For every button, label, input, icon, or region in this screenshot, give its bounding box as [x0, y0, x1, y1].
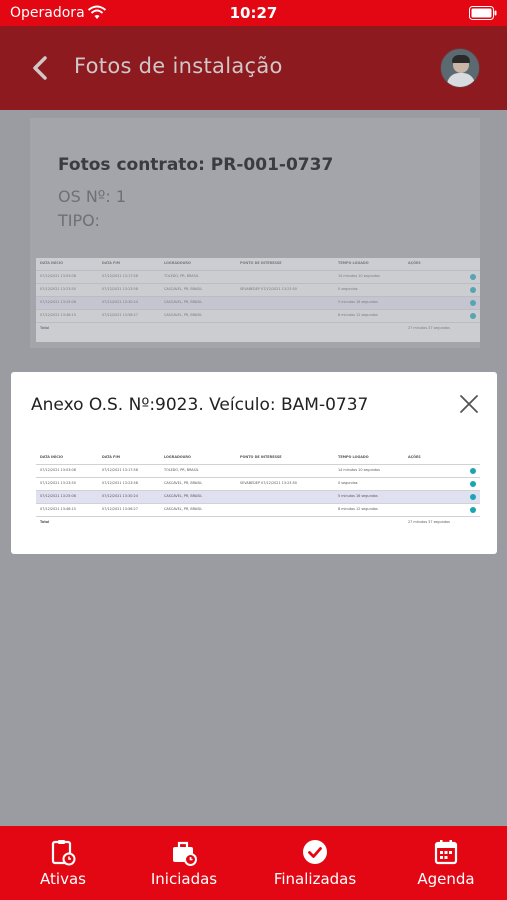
modal-footer-value: 27 minutos 37 segundos: [408, 520, 450, 524]
bg-table-cell: 0 segundos: [338, 287, 358, 291]
nav-label-agenda: Agenda: [417, 870, 475, 888]
bg-table-row: 07/12/2021 13:03:08 07/12/2021 13:17:58 TO…: [36, 271, 480, 284]
modal-title: Anexo O.S. Nº:9023. Veículo: BAM-0737: [31, 395, 369, 415]
modal-table-cell: 07/12/2021 13:56:27: [102, 507, 138, 511]
modal-header-row: DATA INÍCIO DATA FIM LOGRADOURO PONTO DE IN…: [36, 452, 480, 465]
modal-action-dot-icon[interactable]: [470, 468, 476, 474]
bg-header-cell: PONTO DE INTERESSE: [240, 261, 282, 265]
bg-table-cell: 5 minutos 16 segundos: [338, 300, 378, 304]
modal-table-cell: 07/12/2021 13:17:58: [102, 468, 138, 472]
nav-label-finalizadas: Finalizadas: [273, 870, 357, 888]
modal-table-row: 07/12/2021 13:03:08 07/12/2021 13:17:58 TO…: [36, 465, 480, 478]
bg-footer-value: 27 minutos 37 segundos: [408, 326, 450, 330]
nav-iniciadas[interactable]: Iniciadas: [121, 826, 247, 900]
bg-header-cell: LOGRADOURO: [164, 261, 191, 265]
page-title: Fotos de instalação: [74, 54, 283, 78]
modal-header-cell: AÇÕES: [408, 455, 421, 459]
modal-header-cell: DATA FIM: [102, 455, 120, 459]
contract-title: Fotos contrato: PR-001-0737: [58, 155, 334, 175]
modal-header-cell: PONTO DE INTERESSE: [240, 455, 282, 459]
tipo-label: TIPO:: [58, 211, 100, 230]
battery-icon: [469, 6, 497, 20]
modal-table-cell: 07/12/2021 13:30:24: [102, 494, 138, 498]
bg-table-cell: CASCAVEL, PR, BRASIL: [164, 300, 203, 304]
modal-table-cell: 0 segundos: [338, 481, 358, 485]
avatar-hair: [452, 55, 470, 63]
bg-table-cell: CASCAVEL, PR, BRASIL: [164, 313, 203, 317]
bg-header-cell: TEMPO LOGADO: [338, 261, 369, 265]
nav-finalizadas[interactable]: Finalizadas: [252, 826, 378, 900]
bg-table-cell: CASCAVEL, PR, BRASIL: [164, 287, 203, 291]
modal-table-cell: CASCAVEL, PR, BRASIL: [164, 481, 203, 485]
clock: 10:27: [229, 4, 278, 22]
bg-table-cell: 07/12/2021 13:03:08: [40, 274, 76, 278]
nav-label-ativas: Ativas: [40, 870, 86, 888]
bg-table-cell: 07/12/2021 13:23:50: [40, 287, 76, 291]
bottom-nav: Ativas Iniciadas Finalizadas Agenda: [0, 826, 507, 900]
bg-table-row: 07/12/2021 13:48:15 07/12/2021 13:56:27 CA…: [36, 310, 480, 323]
bg-table-cell: SEVABEDEP 07/12/2021 13:23:50: [240, 287, 297, 291]
bg-header-cell: DATA INÍCIO: [40, 261, 64, 265]
modal-footer-row: Total 27 minutos 37 segundos: [36, 517, 480, 530]
check-circle-icon: [303, 840, 327, 864]
bg-table-cell: 14 minutos 10 segundos: [338, 274, 380, 278]
bg-footer-label: Total: [40, 326, 50, 330]
modal-table-cell: 5 minutos 16 segundos: [338, 494, 378, 498]
bg-table-row: 07/12/2021 13:25:08 07/12/2021 13:30:24 CA…: [36, 297, 480, 310]
modal-table-cell: SEVABEDEP 07/12/2021 13:23:50: [240, 481, 297, 485]
bg-table-cell: 07/12/2021 13:56:27: [102, 313, 138, 317]
modal-action-dot-icon[interactable]: [470, 507, 476, 513]
modal-footer-label: Total: [40, 520, 50, 524]
modal-table-cell: CASCAVEL, PR, BRASIL: [164, 507, 203, 511]
bg-action-dot-icon[interactable]: [470, 313, 476, 319]
modal-table-cell: TOLEDO, PR, BRASIL: [164, 468, 199, 472]
bg-table-cell: 07/12/2021 13:30:24: [102, 300, 138, 304]
app-bar: Fotos de instalação: [0, 26, 507, 110]
bg-header-row: DATA INÍCIO DATA FIM LOGRADOURO PONTO DE IN…: [36, 258, 480, 271]
clipboard-clock-icon: [51, 840, 76, 866]
bg-footer-row: Total 27 minutos 37 segundos: [36, 323, 480, 336]
briefcase-clock-icon: [173, 841, 197, 866]
modal-table-cell: 07/12/2021 13:23:58: [102, 481, 138, 485]
status-bar: Operadora 10:27: [0, 0, 507, 26]
modal-table-row: 07/12/2021 13:48:15 07/12/2021 13:56:27 CA…: [36, 504, 480, 517]
modal-header-cell: LOGRADOURO: [164, 455, 191, 459]
bg-table-cell: 07/12/2021 13:48:15: [40, 313, 76, 317]
modal-header-cell: TEMPO LOGADO: [338, 455, 369, 459]
bg-action-dot-icon[interactable]: [470, 287, 476, 293]
bg-action-dot-icon[interactable]: [470, 274, 476, 280]
modal-header-cell: DATA INÍCIO: [40, 455, 64, 459]
modal-table-cell: 07/12/2021 13:48:15: [40, 507, 76, 511]
modal-action-dot-icon[interactable]: [470, 494, 476, 500]
back-icon[interactable]: [26, 52, 56, 84]
nav-agenda[interactable]: Agenda: [383, 826, 507, 900]
avatar[interactable]: [440, 48, 480, 88]
modal-table-row: 07/12/2021 13:25:08 07/12/2021 13:30:24 CA…: [36, 491, 480, 504]
modal-table-cell: CASCAVEL, PR, BRASIL: [164, 494, 203, 498]
background-attachment-image: DATA INÍCIO DATA FIM LOGRADOURO PONTO DE IN…: [36, 258, 480, 342]
os-number: OS Nº: 1: [58, 187, 126, 206]
bg-table-cell: TOLEDO, PR, BRASIL: [164, 274, 199, 278]
modal-table-row: 07/12/2021 13:23:50 07/12/2021 13:23:58 CA…: [36, 478, 480, 491]
modal-table-cell: 07/12/2021 13:23:50: [40, 481, 76, 485]
bg-header-cell: AÇÕES: [408, 261, 421, 265]
bg-table-cell: 8 minutos 12 segundos: [338, 313, 378, 317]
calendar-icon: [434, 840, 458, 865]
bg-table-cell: 07/12/2021 13:17:58: [102, 274, 138, 278]
close-icon[interactable]: [459, 394, 479, 414]
bg-table-cell: 07/12/2021 13:25:08: [40, 300, 76, 304]
bg-action-dot-icon[interactable]: [470, 300, 476, 306]
modal-action-dot-icon[interactable]: [470, 481, 476, 487]
modal-table-cell: 8 minutos 12 segundos: [338, 507, 378, 511]
attachment-image[interactable]: DATA INÍCIO DATA FIM LOGRADOURO PONTO DE IN…: [36, 452, 480, 534]
modal-table-cell: 07/12/2021 13:03:08: [40, 468, 76, 472]
nav-ativas[interactable]: Ativas: [0, 826, 126, 900]
bg-header-cell: DATA FIM: [102, 261, 120, 265]
nav-label-iniciadas: Iniciadas: [150, 870, 218, 888]
bg-table-row: 07/12/2021 13:23:50 07/12/2021 13:23:58 CA…: [36, 284, 480, 297]
modal-table-cell: 14 minutos 10 segundos: [338, 468, 380, 472]
modal-table-cell: 07/12/2021 13:25:08: [40, 494, 76, 498]
avatar-body: [447, 73, 475, 87]
bg-table-cell: 07/12/2021 13:23:58: [102, 287, 138, 291]
